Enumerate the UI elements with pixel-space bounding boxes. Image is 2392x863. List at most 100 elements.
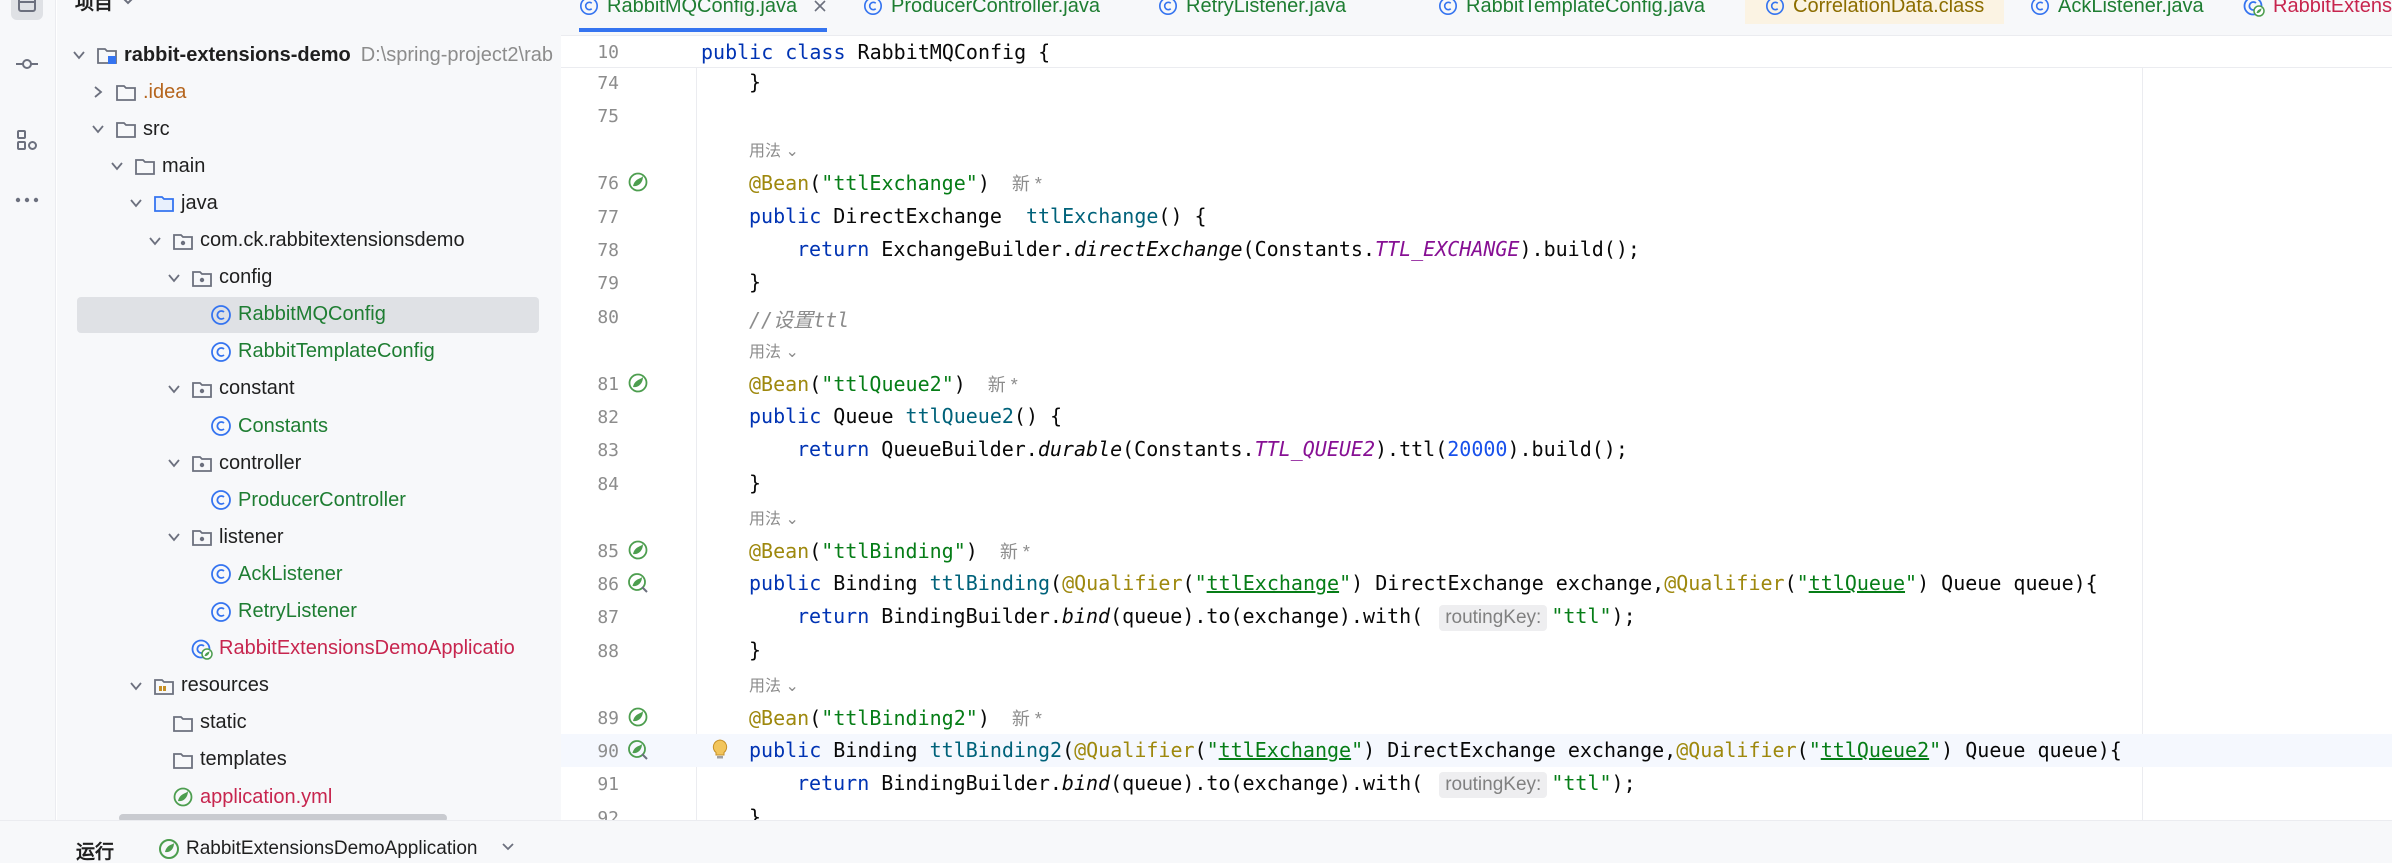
code-line[interactable]: 76 @Bean("ttlExchange") 新 * xyxy=(561,166,2392,199)
project-tree-item[interactable]: config xyxy=(57,260,557,296)
project-tree-item[interactable]: static xyxy=(57,705,557,741)
code-line[interactable]: 用法 ⌄ xyxy=(561,333,2392,366)
code-line[interactable]: 91 return BindingBuilder.bind(queue).to(e… xyxy=(561,767,2392,800)
project-tree-item[interactable]: com.ck.rabbitextensionsdemo xyxy=(57,223,557,259)
project-tree-item[interactable]: RabbitExtensionsDemoApplicatio xyxy=(57,631,557,667)
code-line[interactable]: 77 public DirectExchange ttlExchange() { xyxy=(561,200,2392,233)
usage-hint[interactable]: 用法 ⌄ xyxy=(749,500,799,533)
spring-class-icon xyxy=(2243,0,2265,17)
code-line[interactable]: 84} xyxy=(561,467,2392,500)
chevron-down-icon[interactable] xyxy=(166,270,182,286)
project-tree-item[interactable]: application.yml xyxy=(57,779,557,815)
code-line[interactable]: 89 @Bean("ttlBinding2") 新 * xyxy=(561,701,2392,734)
code-line[interactable]: 85 @Bean("ttlBinding") 新 * xyxy=(561,534,2392,567)
editor-tab[interactable]: RabbitTemplateConfig.java xyxy=(1438,0,1705,24)
project-tree-item[interactable]: .idea xyxy=(57,74,557,110)
chevron-down-icon[interactable] xyxy=(128,195,144,211)
spring-bean-gutter-icon[interactable] xyxy=(627,171,649,193)
project-tree-item[interactable]: listener xyxy=(57,519,557,555)
project-tree-item[interactable]: controller xyxy=(57,445,557,481)
project-tree-item[interactable]: resources xyxy=(57,668,557,704)
spring-bean-gutter-icon[interactable] xyxy=(627,706,649,728)
code-line[interactable]: 78 return ExchangeBuilder.directExchange(… xyxy=(561,233,2392,266)
code-line[interactable]: 86 public Binding ttlBinding(@Qualifier("… xyxy=(561,567,2392,600)
class-icon xyxy=(1438,0,1458,16)
code-line[interactable]: 80 //设置ttl xyxy=(561,300,2392,333)
editor-tab[interactable]: RabbitExtensi xyxy=(2243,0,2392,24)
code-line[interactable]: 用法 ⌄ xyxy=(561,500,2392,533)
spring-bean-injection-gutter-icon[interactable] xyxy=(627,572,649,594)
project-tree-item[interactable]: RabbitTemplateConfig xyxy=(57,334,557,370)
code-line[interactable]: 79} xyxy=(561,266,2392,299)
code-line[interactable]: 83 return QueueBuilder.durable(Constants.… xyxy=(561,433,2392,466)
chevron-down-icon[interactable] xyxy=(109,158,125,174)
code-line[interactable]: 75 xyxy=(561,99,2392,132)
author-new-marker[interactable]: 新 * xyxy=(1012,709,1042,729)
class-icon xyxy=(209,303,233,327)
code-line[interactable]: 81 @Bean("ttlQueue2") 新 * xyxy=(561,367,2392,400)
code-text: @Bean("ttlExchange") 新 * xyxy=(749,171,1042,196)
sticky-line[interactable]: 10 public class RabbitMQConfig { xyxy=(561,36,2392,68)
project-tree-item[interactable]: AckListener xyxy=(57,556,557,592)
usage-hint[interactable]: 用法 ⌄ xyxy=(749,133,799,166)
project-panel-header[interactable]: 项目 xyxy=(75,0,135,16)
project-tree-item[interactable]: templates xyxy=(57,742,557,778)
tree-item-label: resources xyxy=(181,674,269,697)
tab-label: RabbitMQConfig.java xyxy=(607,0,798,17)
editor-tab[interactable]: RabbitMQConfig.java xyxy=(579,0,828,32)
more-tools-icon[interactable] xyxy=(11,184,43,216)
project-tool-icon[interactable] xyxy=(11,0,43,20)
chevron-down-icon[interactable] xyxy=(71,47,87,63)
chevron-down-icon xyxy=(123,0,133,5)
chevron-down-icon[interactable] xyxy=(166,455,182,471)
line-number: 79 xyxy=(597,273,619,295)
usage-hint[interactable]: 用法 ⌄ xyxy=(749,333,799,366)
project-tree-item[interactable]: main xyxy=(57,148,557,184)
package-icon xyxy=(190,525,214,549)
spring-bean-gutter-icon[interactable] xyxy=(627,539,649,561)
editor-tab[interactable]: CorrelationData.class xyxy=(1745,0,2005,24)
chevron-down-icon[interactable] xyxy=(166,381,182,397)
close-tab-icon[interactable] xyxy=(813,0,827,13)
run-config-name[interactable]: RabbitExtensionsDemoApplication xyxy=(186,838,478,860)
editor-tab[interactable]: RetryListener.java xyxy=(1158,0,1346,24)
lightbulb-icon[interactable] xyxy=(709,738,731,760)
chevron-down-icon[interactable] xyxy=(166,529,182,545)
project-tree-item[interactable]: rabbit-extensions-demo D:\spring-project2… xyxy=(57,37,557,73)
chevron-right-icon[interactable] xyxy=(90,84,106,100)
project-tree-item[interactable]: src xyxy=(57,111,557,147)
project-tree-item[interactable]: RabbitMQConfig xyxy=(77,296,539,333)
usage-hint[interactable]: 用法 ⌄ xyxy=(749,667,799,700)
commit-tool-icon[interactable] xyxy=(11,48,43,80)
structure-tool-icon[interactable] xyxy=(11,124,43,156)
project-tree-item[interactable]: java xyxy=(57,185,557,221)
code-line[interactable]: 82 public Queue ttlQueue2() { xyxy=(561,400,2392,433)
project-tree-item[interactable]: Constants xyxy=(57,408,557,444)
spring-run-icon xyxy=(158,838,180,860)
chevron-down-icon[interactable] xyxy=(147,233,163,249)
project-tree-item[interactable]: RetryListener xyxy=(57,594,557,630)
code-line[interactable]: 74} xyxy=(561,66,2392,99)
spring-bean-injection-gutter-icon[interactable] xyxy=(627,739,649,761)
project-tree-item[interactable]: constant xyxy=(57,371,557,407)
code-line[interactable]: 用法 ⌄ xyxy=(561,667,2392,700)
project-tree-item[interactable]: ProducerController xyxy=(57,482,557,518)
editor-tab[interactable]: ProducerController.java xyxy=(863,0,1100,24)
code-line[interactable]: 用法 ⌄ xyxy=(561,133,2392,166)
run-tab-label[interactable]: 运行 xyxy=(76,837,114,863)
code-line[interactable]: 87 return BindingBuilder.bind(queue).to(e… xyxy=(561,600,2392,633)
editor-tab[interactable]: AckListener.java xyxy=(2030,0,2204,24)
author-new-marker[interactable]: 新 * xyxy=(988,375,1018,395)
author-new-marker[interactable]: 新 * xyxy=(1012,174,1042,194)
code-line[interactable]: 92} xyxy=(561,801,2392,820)
author-new-marker[interactable]: 新 * xyxy=(1000,542,1030,562)
code-editor[interactable]: 10 public class RabbitMQConfig { 74} 75 用法… xyxy=(561,36,2392,820)
code-line[interactable]: 88} xyxy=(561,634,2392,667)
chevron-down-icon[interactable] xyxy=(502,843,514,851)
code-line[interactable]: 90 public Binding ttlBinding2(@Qualifier(… xyxy=(561,734,2392,767)
chevron-down-icon[interactable] xyxy=(128,678,144,694)
spring-bean-gutter-icon[interactable] xyxy=(627,372,649,394)
chevron-down-icon[interactable] xyxy=(90,121,106,137)
